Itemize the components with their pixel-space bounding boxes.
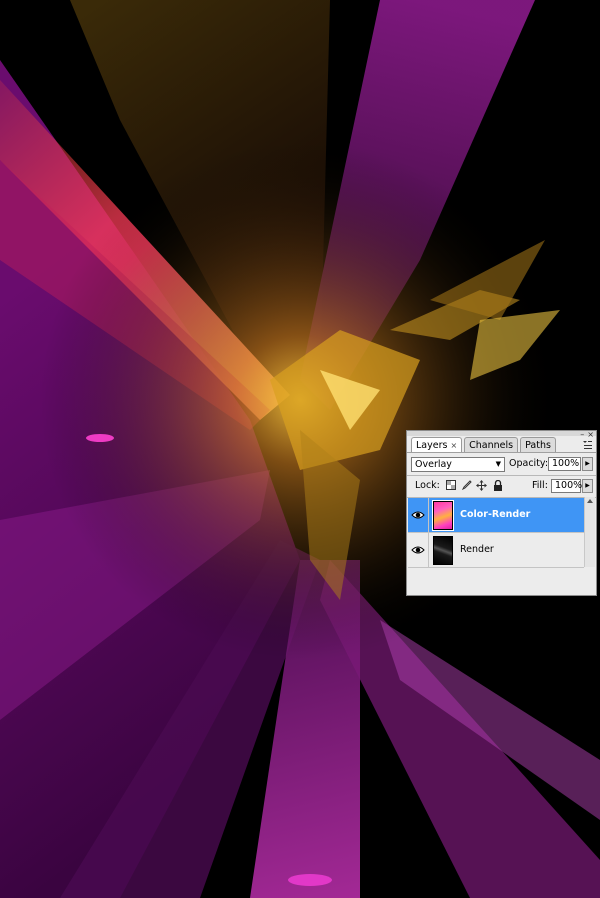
opacity-value: 100%	[552, 458, 580, 469]
fill-field[interactable]: 100%	[551, 479, 583, 493]
layers-panel: – × Layers × Channels Paths Overlay ▼ Op…	[406, 430, 597, 596]
lock-row: Lock: Fill: 100% ▶	[411, 478, 593, 495]
window-buttons: – ×	[580, 431, 594, 439]
chevron-down-icon: ▼	[495, 460, 501, 468]
layers-scrollbar[interactable]	[584, 497, 595, 567]
opacity-field[interactable]: 100%	[548, 457, 581, 471]
tab-layers[interactable]: Layers ×	[411, 437, 463, 452]
minimize-button[interactable]: –	[580, 431, 584, 439]
lock-paint-icon[interactable]	[461, 480, 472, 491]
tab-paths-label: Paths	[525, 439, 551, 451]
layer-name: Render	[460, 544, 494, 555]
blend-row: Overlay ▼ Opacity: 100% ▶	[411, 456, 593, 473]
tab-layers-label: Layers	[416, 439, 448, 451]
lock-move-icon[interactable]	[476, 480, 487, 491]
tab-close-icon[interactable]: ×	[450, 441, 457, 450]
gradient-thumbnail	[432, 500, 454, 531]
render-thumbnail	[433, 536, 453, 565]
lock-all-icon[interactable]	[492, 479, 503, 491]
fill-value: 100%	[555, 480, 583, 491]
eye-column-divider	[428, 533, 429, 567]
lock-label: Lock:	[415, 480, 440, 491]
opacity-label: Opacity:	[509, 458, 549, 469]
blend-mode-select[interactable]: Overlay ▼	[411, 457, 505, 472]
eye-icon[interactable]	[411, 543, 425, 557]
eye-icon[interactable]	[411, 508, 425, 522]
close-button[interactable]: ×	[587, 431, 594, 439]
lock-transparent-icon[interactable]	[445, 480, 456, 491]
fill-slider-button[interactable]: ▶	[582, 479, 593, 493]
layer-row-render[interactable]: Render	[408, 533, 584, 568]
panel-menu-icon[interactable]	[582, 440, 592, 450]
divider	[407, 475, 596, 476]
eye-column-divider	[428, 498, 429, 532]
tab-paths[interactable]: Paths	[520, 437, 556, 452]
layer-row-color-render[interactable]: Color-Render	[408, 498, 584, 533]
blend-mode-value: Overlay	[415, 459, 452, 470]
tab-divider	[407, 452, 596, 453]
opacity-slider-button[interactable]: ▶	[582, 457, 593, 471]
panel-titlebar[interactable]	[407, 431, 596, 436]
panel-tabs: Layers × Channels Paths	[411, 437, 556, 452]
tab-channels[interactable]: Channels	[464, 437, 519, 452]
tab-channels-label: Channels	[469, 439, 514, 451]
fill-label: Fill:	[532, 480, 548, 491]
layer-name: Color-Render	[460, 509, 531, 520]
